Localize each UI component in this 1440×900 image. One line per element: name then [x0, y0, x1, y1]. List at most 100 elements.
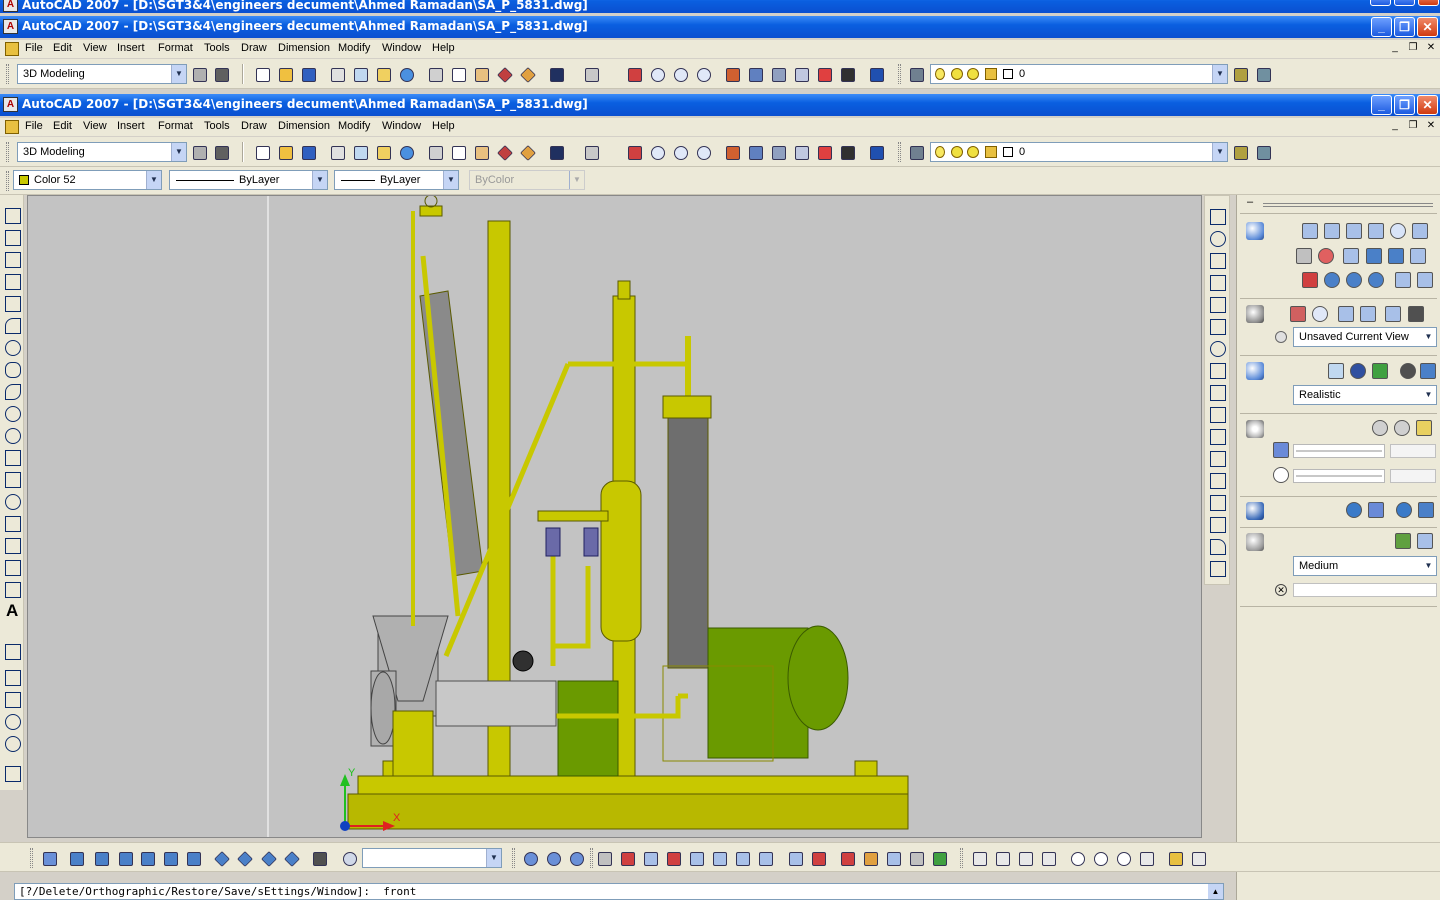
- check-icon[interactable]: [929, 848, 949, 868]
- cylinder-solid-icon[interactable]: [1412, 223, 1428, 239]
- cone-icon[interactable]: [1368, 223, 1384, 239]
- copy-icon[interactable]: [448, 64, 468, 84]
- menu-modify[interactable]: Modify: [338, 42, 370, 54]
- construction-line-icon[interactable]: [2, 227, 22, 247]
- back-view-icon[interactable]: [183, 848, 203, 868]
- visual-style-combo[interactable]: Realistic ▼: [1293, 385, 1437, 405]
- helix-icon[interactable]: [1410, 248, 1426, 264]
- doc-minimize-button[interactable]: _: [1388, 120, 1402, 133]
- 3d-rotate-icon[interactable]: [1417, 272, 1433, 288]
- toolbar-grip[interactable]: [898, 64, 901, 84]
- break-at-point-icon[interactable]: [1207, 448, 1227, 468]
- chevron-down-icon[interactable]: ▼: [171, 143, 186, 161]
- zoom-window-icon[interactable]: [670, 142, 690, 162]
- workspace-combo[interactable]: 3D Modeling ▼: [17, 64, 187, 84]
- menu-view[interactable]: View: [83, 42, 107, 54]
- menu-format[interactable]: Format: [158, 42, 193, 54]
- 2d-wireframe-icon[interactable]: [1328, 363, 1344, 379]
- spline-icon[interactable]: [2, 381, 22, 401]
- right-view-icon[interactable]: [137, 848, 157, 868]
- mirror-icon[interactable]: [1207, 250, 1227, 270]
- chevron-down-icon[interactable]: ▼: [1212, 143, 1227, 161]
- intersect-icon[interactable]: [566, 848, 586, 868]
- default-lighting-icon[interactable]: [1394, 420, 1410, 436]
- close-button[interactable]: ✕: [1417, 17, 1438, 37]
- circle-icon[interactable]: [2, 337, 22, 357]
- date-field[interactable]: [1390, 444, 1436, 458]
- save-icon[interactable]: [298, 142, 318, 162]
- free-orbit-icon[interactable]: [1360, 306, 1376, 322]
- redo-icon[interactable]: [581, 64, 601, 84]
- toolbar-grip[interactable]: [6, 142, 9, 162]
- radius-icon[interactable]: [1067, 848, 1087, 868]
- shell-icon[interactable]: [906, 848, 926, 868]
- copy-icon[interactable]: [448, 142, 468, 162]
- zoom-realtime-icon[interactable]: [647, 64, 667, 84]
- help-icon[interactable]: [866, 142, 886, 162]
- union-icon[interactable]: [1324, 272, 1340, 288]
- color-combo[interactable]: Color 52 ▼: [13, 170, 162, 190]
- table-icon[interactable]: [2, 579, 22, 599]
- 3d-pan-icon[interactable]: [1290, 306, 1306, 322]
- 3d-orbit-icon[interactable]: [1338, 306, 1354, 322]
- menu-edit[interactable]: Edit: [53, 42, 72, 54]
- revision-cloud-icon[interactable]: [2, 359, 22, 379]
- markup-icon[interactable]: [814, 142, 834, 162]
- 3d-dwf-icon[interactable]: [396, 142, 416, 162]
- sun-status-icon[interactable]: [1372, 420, 1388, 436]
- face-style-icon[interactable]: [1400, 363, 1416, 379]
- explode-icon[interactable]: [1207, 558, 1227, 578]
- match-properties-icon[interactable]: [494, 64, 514, 84]
- extrude-faces-icon[interactable]: [594, 848, 614, 868]
- menu-modify[interactable]: Modify: [338, 120, 370, 132]
- angular-icon[interactable]: [1136, 848, 1156, 868]
- top-view-icon[interactable]: [66, 848, 86, 868]
- minimize-button[interactable]: _: [1371, 95, 1392, 115]
- menu-insert[interactable]: Insert: [117, 42, 145, 54]
- design-center-icon[interactable]: [745, 64, 765, 84]
- render-panel-icon[interactable]: [1246, 533, 1264, 551]
- chevron-down-icon[interactable]: ▼: [1421, 386, 1436, 404]
- document-icon[interactable]: [5, 42, 19, 56]
- material-globe-icon[interactable]: [1346, 502, 1362, 518]
- make-layer-current-icon[interactable]: [1230, 142, 1250, 162]
- zoom-realtime-icon[interactable]: [647, 142, 667, 162]
- layer-combo[interactable]: 0 ▼: [930, 142, 1228, 162]
- wedge-icon[interactable]: [2, 689, 22, 709]
- tool-palettes-icon[interactable]: [768, 142, 788, 162]
- layer-manager-icon[interactable]: [906, 142, 926, 162]
- chevron-down-icon[interactable]: ▼: [312, 171, 327, 189]
- clock-icon[interactable]: [1273, 467, 1289, 483]
- collapse-icon[interactable]: –: [1247, 196, 1253, 208]
- lineweight-combo[interactable]: ByLayer ▼: [334, 170, 459, 190]
- sphere-icon[interactable]: [2, 711, 22, 731]
- named-views-icon[interactable]: [39, 848, 59, 868]
- workspace-settings-icon[interactable]: [189, 142, 209, 162]
- redo-icon[interactable]: [581, 142, 601, 162]
- slice-icon[interactable]: [1302, 272, 1318, 288]
- scroll-up-icon[interactable]: ▲: [1208, 884, 1223, 899]
- close-button[interactable]: [1418, 0, 1439, 6]
- date-slider[interactable]: [1293, 444, 1385, 458]
- chevron-down-icon[interactable]: ▼: [146, 171, 161, 189]
- restore-button[interactable]: ❐: [1394, 95, 1415, 115]
- layer-combo[interactable]: 0 ▼: [930, 64, 1228, 84]
- material-attach-icon[interactable]: [1368, 502, 1384, 518]
- copy-object-icon[interactable]: [1207, 228, 1227, 248]
- menu-help[interactable]: Help: [432, 42, 455, 54]
- doc-close-button[interactable]: ✕: [1424, 120, 1438, 133]
- menu-dimension[interactable]: Dimension: [278, 120, 330, 132]
- ellipse-icon[interactable]: [2, 403, 22, 423]
- doc-minimize-button[interactable]: _: [1388, 42, 1402, 55]
- materials-panel-icon[interactable]: [1246, 502, 1264, 520]
- copy-faces-icon[interactable]: [732, 848, 752, 868]
- paste-icon[interactable]: [471, 64, 491, 84]
- arc-icon[interactable]: [2, 315, 22, 335]
- menu-draw[interactable]: Draw: [241, 120, 267, 132]
- calculator-icon[interactable]: [837, 64, 857, 84]
- materials-window-icon[interactable]: [1396, 502, 1412, 518]
- paste-icon[interactable]: [471, 142, 491, 162]
- presspull-icon[interactable]: [1318, 248, 1334, 264]
- separate-icon[interactable]: [883, 848, 903, 868]
- 3d-make-panel-icon[interactable]: [1246, 222, 1264, 240]
